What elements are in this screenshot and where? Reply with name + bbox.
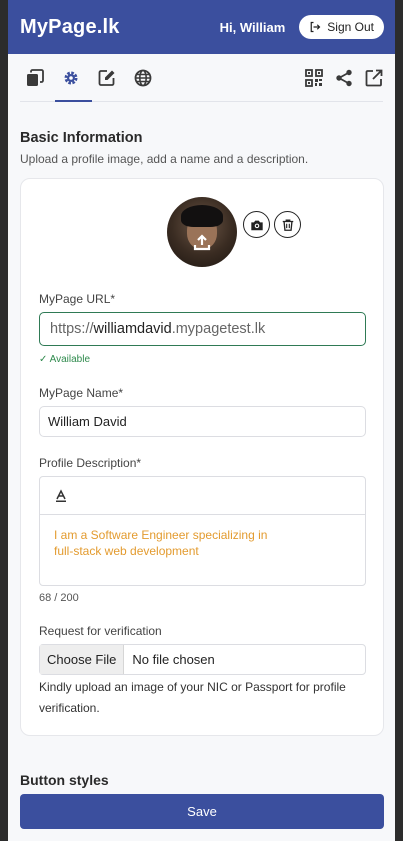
name-value: William David (48, 414, 127, 429)
edit-icon (98, 69, 115, 86)
open-page-button[interactable] (365, 69, 383, 87)
trash-icon (282, 219, 293, 231)
section-title: Basic Information (20, 130, 143, 146)
app-frame: MyPage.lk Hi, William Sign Out Basic Inf… (8, 0, 395, 841)
edit-tab[interactable] (98, 69, 116, 87)
editor-toolbar (20, 54, 383, 102)
url-label: MyPage URL* (39, 292, 116, 306)
globe-icon (134, 69, 152, 86)
description-editor[interactable]: I am a Software Engineer specializing in… (39, 476, 366, 586)
description-text[interactable]: I am a Software Engineer specializing in… (40, 515, 290, 559)
camera-button[interactable] (243, 211, 270, 238)
active-tab-indicator (55, 100, 92, 102)
pages-icon (27, 68, 44, 86)
save-button[interactable]: Save (20, 794, 384, 829)
description-counter: 68 / 200 (39, 592, 79, 604)
user-greeting: Hi, William (219, 19, 286, 35)
toolbar-right-group (299, 68, 383, 87)
avatar-hair (181, 205, 223, 227)
profile-avatar[interactable] (167, 197, 237, 267)
sign-out-label: Sign Out (327, 20, 374, 34)
qr-code-icon (305, 68, 323, 87)
verification-help-text: Kindly upload an image of your NIC or Pa… (39, 680, 346, 715)
url-prefix: https:// (50, 321, 94, 337)
header-user-area: Hi, William Sign Out (220, 15, 384, 39)
file-status: No file chosen (132, 652, 215, 667)
brand-logo[interactable]: MyPage.lk (20, 16, 120, 39)
app-header: MyPage.lk Hi, William Sign Out (8, 0, 395, 54)
toolbar-left-group (20, 68, 152, 87)
name-label: MyPage Name* (39, 386, 124, 400)
url-username: williamdavid (93, 321, 172, 337)
basic-info-card: MyPage URL* https://williamdavid .mypaget… (20, 178, 384, 736)
button-styles-title: Button styles (20, 772, 109, 788)
section-subtitle: Upload a profile image, add a name and a… (20, 152, 309, 166)
sign-out-icon (310, 21, 321, 33)
url-available-status: ✓ Available (39, 354, 91, 365)
share-icon (336, 69, 352, 86)
mypage-name-input[interactable]: William David (39, 406, 366, 437)
settings-icon (64, 71, 78, 84)
choose-file-button[interactable]: Choose File (40, 645, 125, 674)
delete-image-button[interactable] (274, 211, 301, 238)
upload-icon (193, 234, 211, 251)
mypage-url-input[interactable]: https://williamdavid .mypagetest.lk (39, 312, 366, 346)
pages-tab[interactable] (26, 68, 44, 87)
share-button[interactable] (335, 69, 353, 87)
settings-tab[interactable] (62, 69, 80, 87)
verification-file-input[interactable]: Choose File No file chosen (39, 644, 366, 675)
text-color-icon[interactable] (54, 489, 68, 503)
qr-code-button[interactable] (305, 68, 323, 87)
sign-out-button[interactable]: Sign Out (299, 15, 384, 39)
globe-tab[interactable] (134, 69, 152, 87)
verification-label: Request for verification (39, 624, 162, 638)
external-link-icon (365, 69, 383, 86)
url-suffix: .mypagetest.lk (171, 321, 266, 337)
description-label: Profile Description* (39, 456, 142, 470)
camera-icon (250, 220, 263, 230)
editor-format-bar (40, 477, 365, 515)
